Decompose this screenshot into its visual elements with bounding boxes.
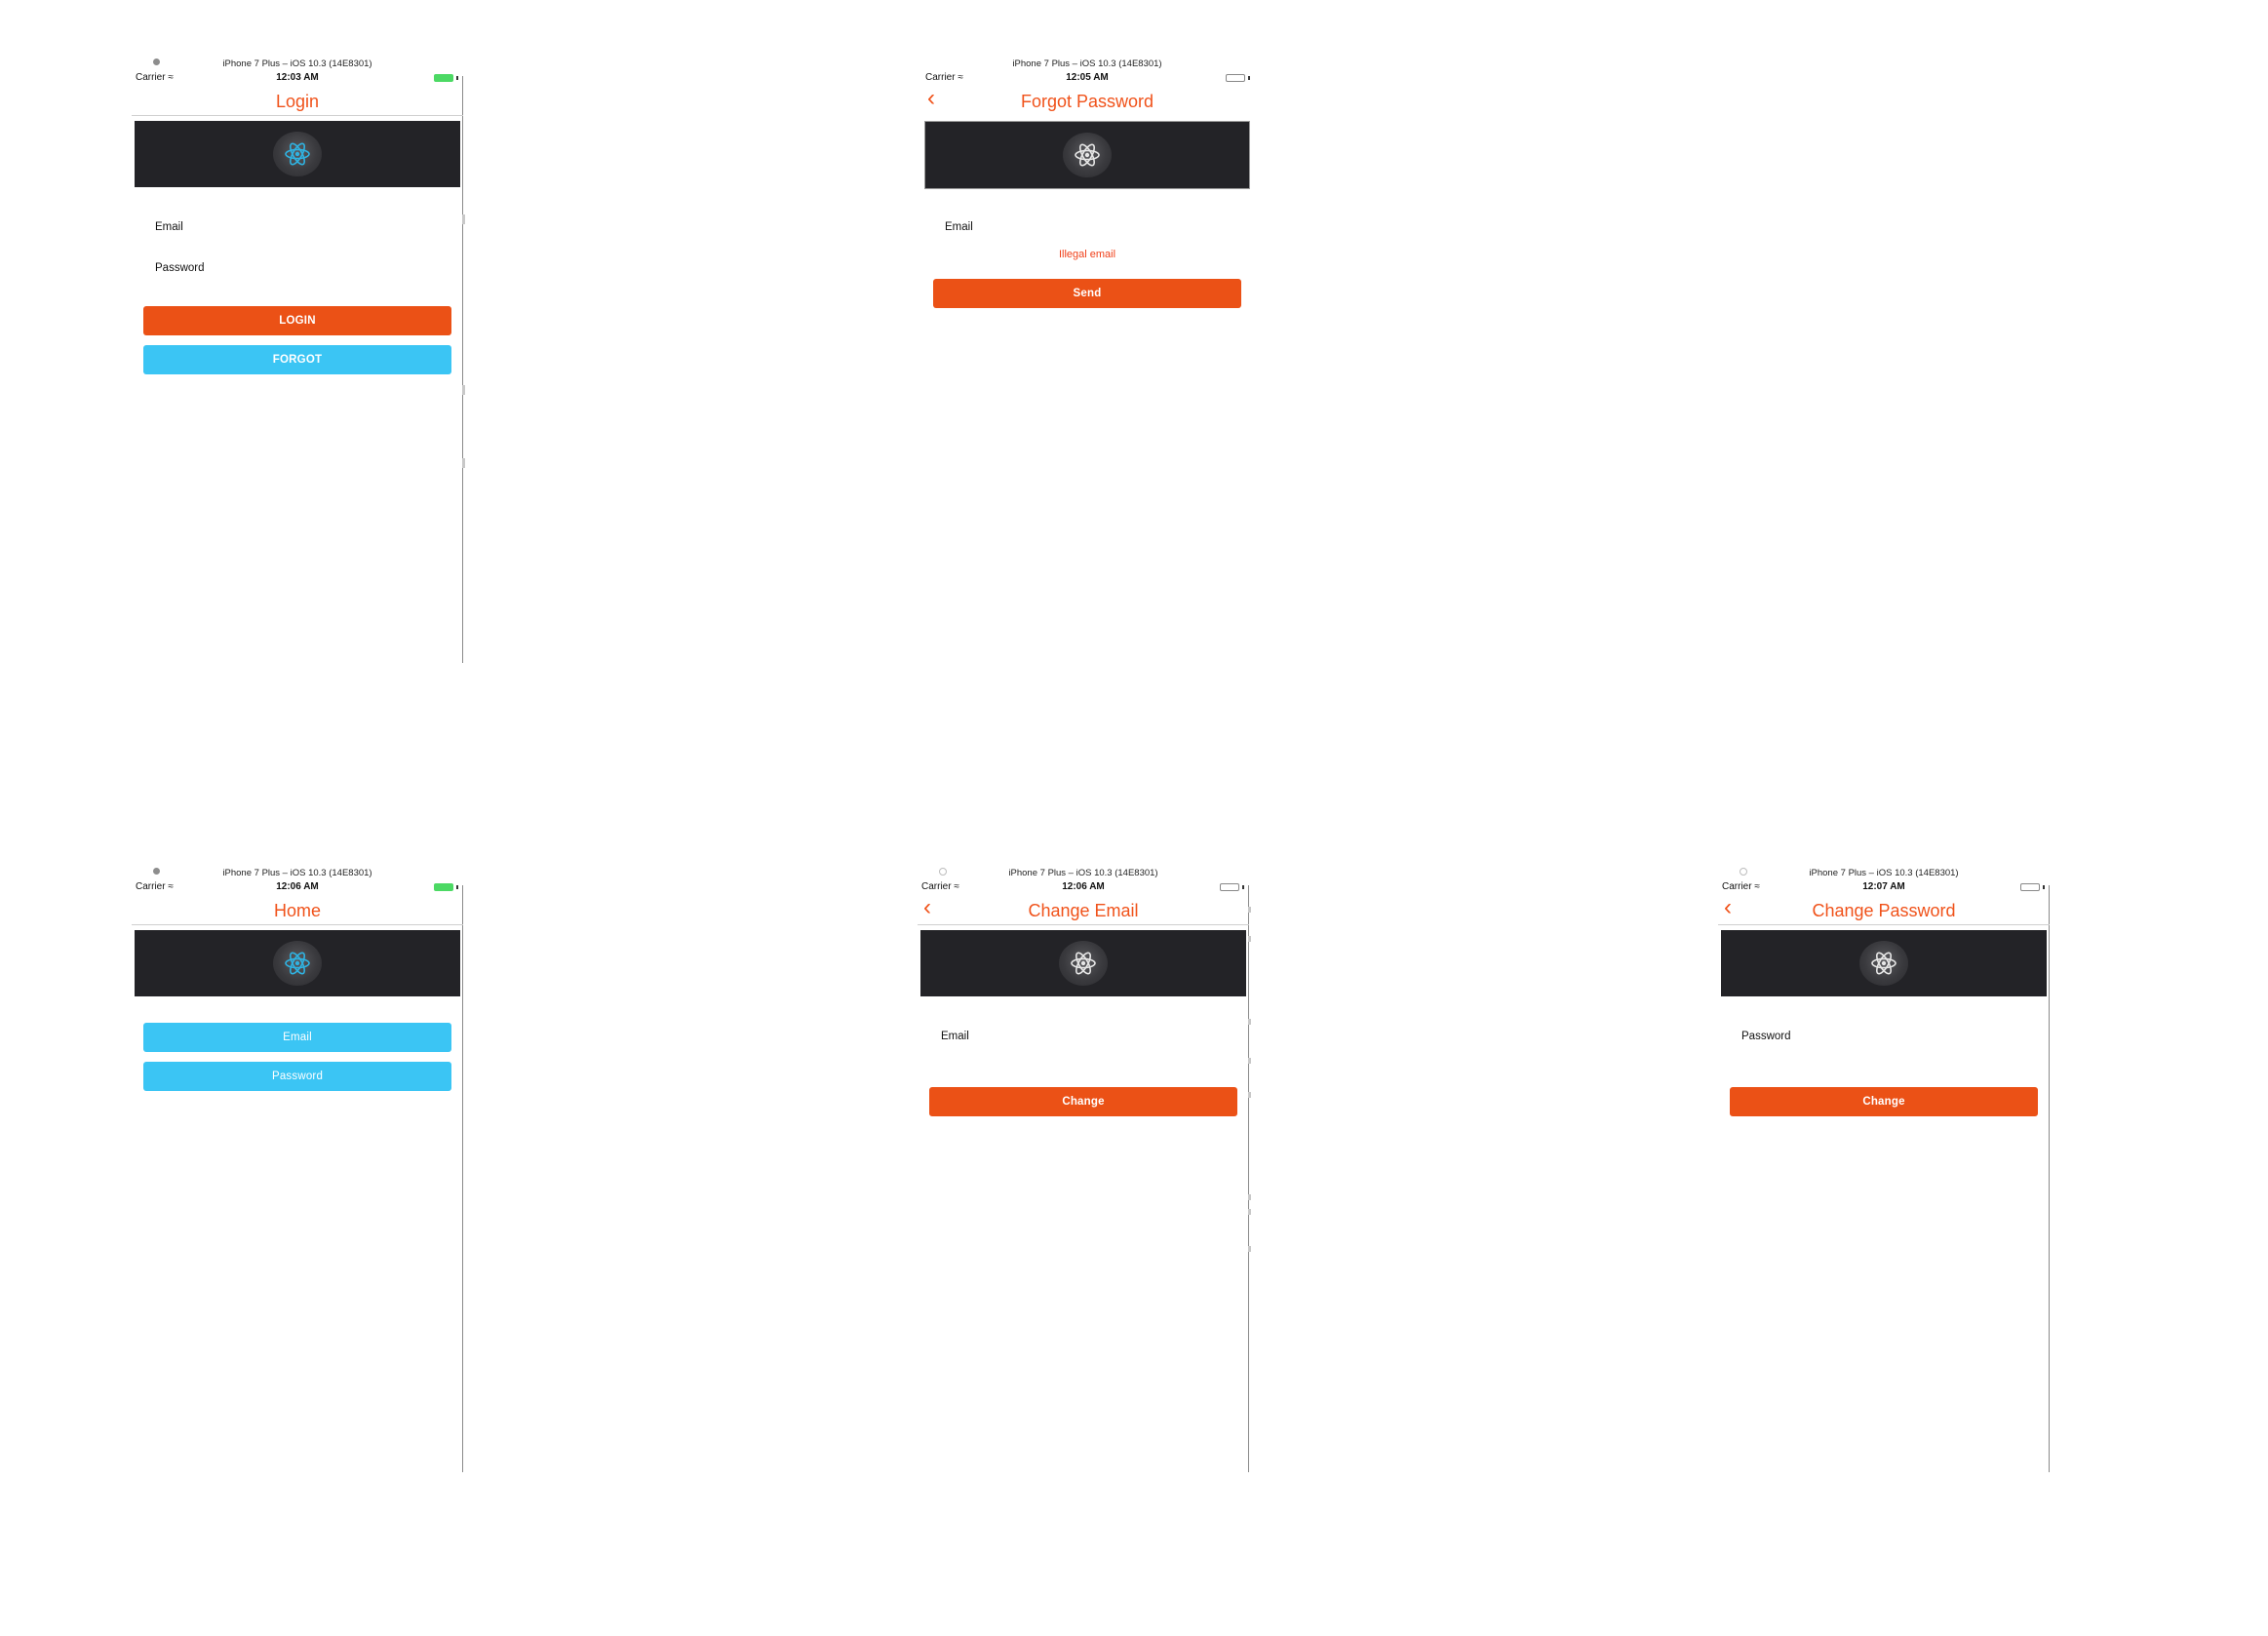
header-banner (135, 930, 460, 996)
header-banner (924, 121, 1250, 189)
email-field[interactable]: Email (941, 1031, 969, 1042)
change-button[interactable]: Change (929, 1087, 1237, 1116)
status-time: 12:07 AM (1862, 881, 1905, 892)
header-banner (1721, 930, 2047, 996)
login-screen: iPhone 7 Plus – iOS 10.3 (14E8301) Carri… (132, 58, 465, 663)
react-atom-icon (273, 132, 322, 176)
login-button[interactable]: LOGIN (143, 306, 451, 335)
nav-bar: ‹ Change Email (918, 895, 1249, 925)
header-banner (135, 121, 460, 187)
react-atom-icon (1063, 133, 1112, 177)
window-edge-mark (1248, 1019, 1251, 1025)
email-button[interactable]: Email (143, 1023, 451, 1052)
error-message: Illegal email (1058, 249, 1116, 260)
react-atom-icon (1859, 941, 1908, 986)
battery-icon (1220, 883, 1239, 891)
window-border (2049, 885, 2050, 1472)
battery-icon (434, 74, 453, 82)
window-border (462, 76, 463, 663)
status-bar: Carrier ≈ 12:06 AM (918, 881, 1249, 895)
battery-tip-icon (2043, 885, 2045, 889)
status-time: 12:06 AM (1062, 881, 1105, 892)
battery-icon (434, 883, 453, 891)
email-field[interactable]: Email (945, 221, 973, 233)
change-password-screen: iPhone 7 Plus – iOS 10.3 (14E8301) Carri… (1718, 868, 2050, 1472)
window-edge-mark (1248, 1246, 1251, 1252)
status-bar: Carrier ≈ 12:05 AM (921, 72, 1253, 86)
simulator-title: iPhone 7 Plus – iOS 10.3 (14E8301) (222, 58, 372, 69)
password-field[interactable]: Password (155, 262, 205, 274)
battery-tip-icon (1242, 885, 1244, 889)
status-time: 12:05 AM (1066, 72, 1109, 83)
simulator-title: iPhone 7 Plus – iOS 10.3 (14E8301) (1008, 868, 1158, 878)
window-edge-mark (1248, 1092, 1251, 1098)
email-field[interactable]: Email (155, 221, 183, 233)
home-screen: iPhone 7 Plus – iOS 10.3 (14E8301) Carri… (132, 868, 463, 1472)
simulator-title: iPhone 7 Plus – iOS 10.3 (14E8301) (1012, 58, 1162, 69)
page-title: Change Password (1812, 901, 1956, 920)
window-edge-mark (1248, 1058, 1251, 1064)
battery-tip-icon (1248, 76, 1250, 80)
status-time: 12:06 AM (276, 881, 319, 892)
battery-tip-icon (456, 76, 458, 80)
simulator-title: iPhone 7 Plus – iOS 10.3 (14E8301) (222, 868, 372, 878)
status-bar: Carrier ≈ 12:06 AM (132, 881, 463, 895)
password-field[interactable]: Password (1741, 1031, 1791, 1042)
page-title: Login (275, 92, 320, 111)
simulator-title: iPhone 7 Plus – iOS 10.3 (14E8301) (1809, 868, 1959, 878)
react-atom-icon (1059, 941, 1108, 986)
forgot-password-screen: iPhone 7 Plus – iOS 10.3 (14E8301) Carri… (921, 58, 1253, 312)
window-edge-mark (1248, 1209, 1251, 1215)
status-bar: Carrier ≈ 12:03 AM (132, 72, 463, 86)
react-atom-icon (273, 941, 322, 986)
window-edge-mark (462, 214, 465, 224)
window-edge-mark (1248, 936, 1251, 942)
window-border (1248, 885, 1249, 1472)
nav-bar: ‹ Forgot Password (921, 86, 1253, 115)
send-button[interactable]: Send (933, 279, 1241, 308)
status-bar: Carrier ≈ 12:07 AM (1718, 881, 2050, 895)
password-button[interactable]: Password (143, 1062, 451, 1091)
window-border (462, 885, 463, 1472)
battery-tip-icon (456, 885, 458, 889)
page-title: Change Email (1028, 901, 1139, 920)
forgot-button[interactable]: FORGOT (143, 345, 451, 374)
status-time: 12:03 AM (276, 72, 319, 83)
nav-bar: ‹ Change Password (1718, 895, 2050, 925)
window-edge-mark (462, 385, 465, 395)
window-edge-mark (462, 458, 465, 468)
page-title: Forgot Password (1020, 92, 1154, 111)
window-edge-mark (1248, 1194, 1251, 1200)
battery-icon (2020, 883, 2040, 891)
change-email-screen: iPhone 7 Plus – iOS 10.3 (14E8301) Carri… (918, 868, 1251, 1472)
nav-bar: Home (132, 895, 463, 925)
header-banner (920, 930, 1246, 996)
nav-bar: Login (132, 86, 463, 116)
page-title: Home (273, 901, 321, 920)
battery-icon (1226, 74, 1245, 82)
change-button[interactable]: Change (1730, 1087, 2038, 1116)
